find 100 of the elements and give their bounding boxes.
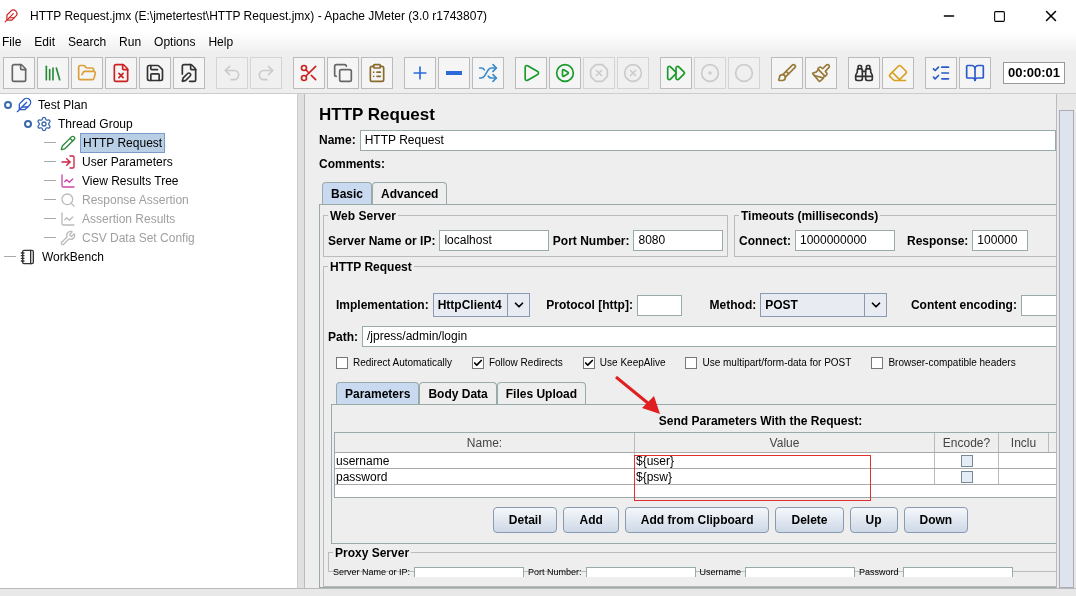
checkbox-label: Browser-compatible headers	[888, 356, 1016, 370]
undo-icon	[222, 62, 242, 83]
text-field[interactable]	[1020, 294, 1056, 316]
remote-stop-icon	[700, 62, 720, 83]
menu-item[interactable]: File	[2, 33, 22, 51]
remote-shutdown-icon	[734, 62, 754, 83]
text-field[interactable]: 100000	[972, 230, 1029, 251]
toolbar-button[interactable]	[3, 56, 35, 89]
menu-item[interactable]: Edit	[34, 33, 56, 51]
horizontal-scrollbar[interactable]	[0, 588, 1076, 596]
chart-icon	[60, 210, 76, 227]
text-field[interactable]	[902, 567, 1013, 577]
clear-all-icon	[811, 62, 831, 83]
window-title: HTTP Request.jmx (E:\jmetertest\HTTP Request.jmx) - Apache JMeter (3.0 r1743807)	[30, 8, 489, 25]
toolbar-button[interactable]	[139, 56, 171, 89]
menu-item[interactable]: Options	[154, 33, 196, 51]
action-button[interactable]: Down	[903, 507, 969, 533]
name-field[interactable]: HTTP Request	[359, 129, 1056, 151]
tree-item[interactable]: Thread Group	[56, 114, 135, 133]
menu-item[interactable]: Search	[68, 33, 107, 51]
tab[interactable]: Advanced	[372, 182, 448, 204]
toolbar-button[interactable]	[173, 56, 205, 89]
field-label: Password	[859, 567, 899, 577]
toolbar-button[interactable]	[848, 56, 880, 89]
text-field[interactable]	[745, 567, 856, 577]
toggle-icon	[478, 62, 498, 83]
action-button[interactable]: Up	[849, 507, 898, 533]
text-field[interactable]	[636, 294, 683, 316]
path-field[interactable]: /jpress/admin/login	[362, 326, 1056, 347]
tab[interactable]: Parameters	[336, 382, 420, 404]
action-button[interactable]: Detail	[492, 507, 558, 533]
field-label: Server Name or IP:	[333, 567, 411, 577]
field-label: Method:	[709, 297, 757, 314]
remote-start-icon	[666, 62, 686, 83]
checkbox[interactable]	[960, 470, 973, 483]
checkbox[interactable]	[871, 356, 884, 369]
table-cell: ${psw}	[635, 469, 935, 484]
checkbox-label: Use multipart/form-data for POST	[702, 356, 852, 370]
field-label: Connect:	[739, 232, 791, 250]
column-header[interactable]: Name:	[335, 433, 635, 452]
wrench-icon	[60, 229, 76, 246]
new-file-icon	[9, 62, 29, 83]
field-label: Port Number:	[528, 567, 582, 577]
maximize-icon[interactable]	[993, 9, 1006, 23]
paste-icon	[367, 62, 387, 83]
text-field[interactable]	[414, 567, 525, 577]
notebook-icon	[20, 248, 36, 265]
tree-item[interactable]: WorkBench	[40, 247, 106, 266]
arrow-in-icon	[60, 153, 76, 170]
toolbar-button[interactable]	[293, 56, 325, 89]
panel-title: HTTP Request	[319, 104, 436, 126]
dropdown[interactable]: POST	[760, 293, 888, 317]
reset-search-icon	[888, 62, 908, 83]
checkbox[interactable]	[336, 356, 348, 369]
text-field[interactable]: localhost	[439, 230, 549, 251]
collapse-icon	[446, 70, 462, 75]
column-header[interactable]: Inclu	[999, 433, 1049, 452]
clear-icon	[777, 62, 797, 83]
action-button[interactable]: Add from Clipboard	[624, 507, 770, 533]
elapsed-timer: 00:00:01	[1003, 61, 1066, 84]
stop-icon	[589, 62, 609, 83]
cut-icon	[299, 62, 319, 83]
tree-item[interactable]: HTTP Request	[80, 132, 166, 153]
checkbox-label: Use KeepAlive	[599, 356, 666, 370]
toolbar-button[interactable]	[925, 56, 957, 89]
table-cell: password	[335, 469, 635, 484]
checkbox[interactable]	[582, 356, 595, 369]
field-label: Protocol [http]:	[546, 297, 633, 314]
vertical-scrollbar[interactable]	[1056, 94, 1076, 588]
tab[interactable]: Body Data	[419, 382, 497, 404]
field-label: Content encoding:	[910, 297, 1017, 314]
save-icon	[145, 62, 165, 83]
tree-handle-icon[interactable]	[24, 119, 32, 128]
menu-item[interactable]: Run	[119, 33, 142, 51]
text-field[interactable]: 8080	[633, 230, 723, 251]
field-label: Response:	[907, 232, 969, 250]
column-header[interactable]: Value	[635, 433, 935, 452]
toolbar-button[interactable]	[105, 56, 137, 89]
checkbox[interactable]	[960, 454, 973, 467]
toolbar-button[interactable]	[327, 56, 359, 89]
tree-item[interactable]: User Parameters	[80, 152, 175, 171]
text-field[interactable]	[585, 567, 696, 577]
action-button[interactable]: Delete	[775, 507, 844, 533]
tree-handle-icon[interactable]	[4, 100, 12, 109]
field-label: Port Number:	[552, 232, 630, 250]
tab[interactable]: Basic	[322, 182, 373, 204]
search-icon	[854, 62, 874, 83]
action-button[interactable]: Add	[563, 507, 619, 533]
tree-item[interactable]: View Results Tree	[80, 171, 181, 190]
checkbox[interactable]	[471, 356, 484, 369]
field-label: Name:	[319, 132, 356, 149]
dropdown[interactable]: HttpClient4	[432, 293, 531, 317]
gear-icon	[36, 115, 52, 132]
checkbox[interactable]	[685, 356, 698, 369]
text-field[interactable]: 1000000000	[795, 230, 895, 251]
toolbar-button[interactable]	[959, 56, 991, 89]
tree-item[interactable]: Test Plan	[36, 95, 90, 114]
tab[interactable]: Files Upload	[496, 382, 587, 404]
column-header[interactable]: Encode?	[935, 433, 999, 452]
menu-item[interactable]: Help	[208, 33, 234, 51]
